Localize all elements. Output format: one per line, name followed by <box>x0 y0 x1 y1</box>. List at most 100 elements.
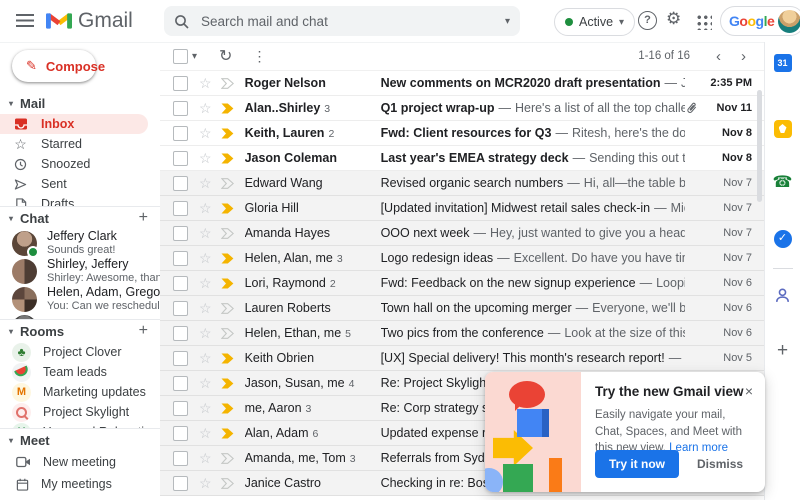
importance-marker-icon[interactable] <box>221 428 234 439</box>
search-input[interactable] <box>199 13 505 30</box>
star-icon[interactable]: ☆ <box>199 476 212 490</box>
row-checkbox[interactable] <box>173 401 188 416</box>
row-checkbox[interactable] <box>173 251 188 266</box>
importance-marker-icon[interactable] <box>221 453 234 464</box>
row-checkbox[interactable] <box>173 301 188 316</box>
star-icon[interactable]: ☆ <box>199 301 212 315</box>
email-row[interactable]: ☆ Alan..Shirley3 Q1 project wrap-up—Here… <box>160 96 764 121</box>
star-icon[interactable]: ☆ <box>199 76 212 90</box>
tasks-icon[interactable]: ✓ <box>774 230 792 248</box>
more-options-button[interactable]: ⋮ <box>252 48 267 65</box>
importance-marker-icon[interactable] <box>221 178 234 189</box>
dismiss-button[interactable]: Dismiss <box>697 457 743 471</box>
importance-marker-icon[interactable] <box>221 478 234 489</box>
row-checkbox[interactable] <box>173 326 188 341</box>
email-row[interactable]: ☆ Helen, Ethan, me5 Two pics from the co… <box>160 321 764 346</box>
chat-item[interactable]: Jeffery ClarkSounds great! <box>0 229 160 257</box>
compose-button[interactable]: ✎ Compose <box>12 50 96 82</box>
chat-item[interactable]: Shirley, JefferyShirley: Awesome, thanks… <box>0 257 160 285</box>
importance-marker-icon[interactable] <box>221 128 234 139</box>
room-item[interactable]: ♣ Project Clover <box>0 342 160 362</box>
email-row[interactable]: ☆ Keith Obrien [UX] Special delivery! Th… <box>160 346 764 371</box>
select-all-checkbox[interactable] <box>173 49 188 64</box>
email-row[interactable]: ☆ Amanda Hayes OOO next week—Hey, just w… <box>160 221 764 246</box>
row-checkbox[interactable] <box>173 76 188 91</box>
importance-marker-icon[interactable] <box>221 403 234 414</box>
email-row[interactable]: ☆ Helen, Alan, me3 Logo redesign ideas—E… <box>160 246 764 271</box>
add-room-button[interactable]: + <box>139 322 148 340</box>
star-icon[interactable]: ☆ <box>199 276 212 290</box>
importance-marker-icon[interactable] <box>221 278 234 289</box>
row-checkbox[interactable] <box>173 426 188 441</box>
menu-icon[interactable] <box>16 14 34 27</box>
add-chat-button[interactable]: + <box>139 209 148 227</box>
search-caret-icon[interactable]: ▾ <box>505 16 510 27</box>
chat-item[interactable]: Helen, Adam, GregoryYou: Can we reschedu… <box>0 285 160 313</box>
user-avatar[interactable] <box>778 10 800 33</box>
refresh-button[interactable]: ↻ <box>219 46 232 66</box>
importance-marker-icon[interactable] <box>221 153 234 164</box>
star-icon[interactable]: ☆ <box>199 351 212 365</box>
select-caret-icon[interactable]: ▾ <box>192 51 197 62</box>
star-icon[interactable]: ☆ <box>199 401 212 415</box>
settings-button[interactable]: ⚙ <box>666 9 681 29</box>
email-row[interactable]: ☆ Lori, Raymond2 Fwd: Feedback on the ne… <box>160 271 764 296</box>
sidebar-item-snoozed[interactable]: Snoozed <box>0 154 148 174</box>
importance-marker-icon[interactable] <box>221 103 234 114</box>
star-icon[interactable]: ☆ <box>199 201 212 215</box>
contacts-icon[interactable] <box>774 287 791 304</box>
phone-icon[interactable]: ☎ <box>773 174 793 192</box>
star-icon[interactable]: ☆ <box>199 226 212 240</box>
importance-marker-icon[interactable] <box>221 253 234 264</box>
row-checkbox[interactable] <box>173 151 188 166</box>
help-button[interactable]: ? <box>638 11 657 30</box>
star-icon[interactable]: ☆ <box>199 101 212 115</box>
star-icon[interactable]: ☆ <box>199 126 212 140</box>
importance-marker-icon[interactable] <box>221 78 234 89</box>
star-icon[interactable]: ☆ <box>199 251 212 265</box>
next-page-button[interactable]: › <box>731 48 756 65</box>
row-checkbox[interactable] <box>173 351 188 366</box>
star-icon[interactable]: ☆ <box>199 176 212 190</box>
row-checkbox[interactable] <box>173 126 188 141</box>
section-meet[interactable]: ▾ Meet <box>0 429 160 451</box>
email-row[interactable]: ☆ Lauren Roberts Town hall on the upcomi… <box>160 296 764 321</box>
sidebar-item-starred[interactable]: ☆ Starred <box>0 134 148 154</box>
row-checkbox[interactable] <box>173 376 188 391</box>
room-item[interactable]: Project Skylight <box>0 402 160 422</box>
email-row[interactable]: ☆ Jason Coleman Last year's EMEA strateg… <box>160 146 764 171</box>
get-addons-button[interactable]: + <box>777 340 788 362</box>
star-icon[interactable]: ☆ <box>199 376 212 390</box>
keep-icon[interactable] <box>774 120 792 138</box>
close-icon[interactable]: × <box>745 384 753 398</box>
sidebar-item-inbox[interactable]: Inbox <box>0 114 148 134</box>
email-row[interactable]: ☆ Gloria Hill [Updated invitation] Midwe… <box>160 196 764 221</box>
star-icon[interactable]: ☆ <box>199 326 212 340</box>
row-checkbox[interactable] <box>173 476 188 491</box>
sidebar-item-sent[interactable]: Sent <box>0 174 148 194</box>
email-row[interactable]: ☆ Keith, Lauren2 Fwd: Client resources f… <box>160 121 764 146</box>
search-bar[interactable]: ▾ <box>164 6 520 36</box>
try-it-now-button[interactable]: Try it now <box>595 450 679 478</box>
scrollbar-thumb[interactable] <box>757 90 762 202</box>
my-meetings-item[interactable]: My meetings <box>0 473 160 495</box>
importance-marker-icon[interactable] <box>221 328 234 339</box>
room-item[interactable]: M Marketing updates <box>0 382 160 402</box>
importance-marker-icon[interactable] <box>221 378 234 389</box>
star-icon[interactable]: ☆ <box>199 151 212 165</box>
importance-marker-icon[interactable] <box>221 203 234 214</box>
row-checkbox[interactable] <box>173 451 188 466</box>
room-item[interactable]: Team leads <box>0 362 160 382</box>
new-meeting-item[interactable]: New meeting <box>0 451 160 473</box>
star-icon[interactable]: ☆ <box>199 426 212 440</box>
section-mail[interactable]: ▾ Mail <box>0 92 160 114</box>
importance-marker-icon[interactable] <box>221 353 234 364</box>
room-item[interactable]: Y Yoga and Relaxation <box>0 422 160 428</box>
row-checkbox[interactable] <box>173 176 188 191</box>
status-selector[interactable]: Active ▾ <box>554 8 635 36</box>
row-checkbox[interactable] <box>173 226 188 241</box>
email-row[interactable]: ☆ Edward Wang Revised organic search num… <box>160 171 764 196</box>
importance-marker-icon[interactable] <box>221 228 234 239</box>
row-checkbox[interactable] <box>173 101 188 116</box>
star-icon[interactable]: ☆ <box>199 451 212 465</box>
